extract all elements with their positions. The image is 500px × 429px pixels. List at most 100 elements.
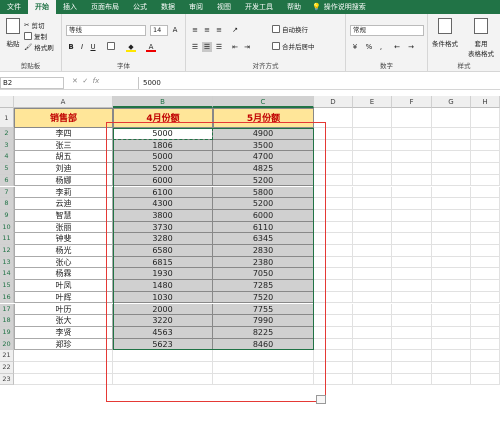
cell-g1[interactable] [432, 108, 471, 128]
cell-h22[interactable] [471, 362, 500, 374]
cell-f11[interactable] [392, 233, 432, 245]
cell-f3[interactable] [392, 139, 432, 152]
column-header-e[interactable]: E [353, 96, 392, 108]
ribbon-tab-3[interactable]: 插入 [56, 0, 84, 14]
grow-font-button[interactable]: A [170, 25, 180, 35]
cell-e9[interactable] [353, 209, 392, 222]
cell-g8[interactable] [432, 198, 471, 210]
cell-h17[interactable] [471, 303, 500, 316]
cell-f13[interactable] [392, 256, 432, 269]
align-center-button[interactable]: ☰ [202, 42, 212, 52]
cell-g12[interactable] [432, 245, 471, 257]
paste-button[interactable]: 粘贴 [3, 18, 23, 48]
cell-e21[interactable] [353, 350, 392, 362]
decrease-indent-button[interactable]: ⇤ [230, 42, 240, 52]
format-painter-button[interactable]: 🖌 格式刷 [24, 42, 54, 52]
cell-h15[interactable] [471, 280, 500, 292]
cell-f20[interactable] [392, 338, 432, 351]
cell-h1[interactable] [471, 108, 500, 128]
cell-e13[interactable] [353, 256, 392, 269]
ribbon-tab-6[interactable]: 数据 [154, 0, 182, 14]
format-as-table-button[interactable]: 套用 表格格式 [464, 18, 498, 58]
cell-f7[interactable] [392, 186, 432, 199]
cell-e12[interactable] [353, 245, 392, 257]
cell-f10[interactable] [392, 221, 432, 234]
percent-button[interactable]: % [364, 42, 374, 52]
underline-button[interactable]: U [88, 42, 98, 52]
cell-e17[interactable] [353, 303, 392, 316]
cell-h3[interactable] [471, 139, 500, 152]
font-size-select[interactable]: 14 [150, 25, 168, 36]
cell-e5[interactable] [353, 163, 392, 175]
conditional-format-button[interactable]: 条件格式 [430, 18, 460, 48]
row-header-2[interactable]: 2 [0, 128, 14, 140]
row-header-10[interactable]: 10 [0, 221, 14, 234]
cell-e10[interactable] [353, 221, 392, 234]
cell-h18[interactable] [471, 315, 500, 327]
cell-g7[interactable] [432, 186, 471, 199]
row-header-22[interactable]: 22 [0, 362, 14, 374]
tell-me-search[interactable]: 💡 操作说明搜索 [312, 2, 366, 12]
cell-h23[interactable] [471, 373, 500, 386]
cell-f12[interactable] [392, 245, 432, 257]
cell-h2[interactable] [471, 128, 500, 140]
cell-f8[interactable] [392, 198, 432, 210]
cell-f5[interactable] [392, 163, 432, 175]
cell-h14[interactable] [471, 268, 500, 281]
merge-center-button[interactable]: 合并后居中 [272, 41, 315, 51]
table-cell[interactable]: 张大 [14, 315, 113, 327]
decrease-decimal-button[interactable]: → [406, 42, 416, 52]
cell-g3[interactable] [432, 139, 471, 152]
cell-h13[interactable] [471, 256, 500, 269]
ribbon-tab-7[interactable]: 审阅 [182, 0, 210, 14]
cell-h6[interactable] [471, 174, 500, 187]
fx-icon[interactable]: fx [93, 77, 100, 85]
table-cell[interactable]: 刘迪 [14, 163, 113, 175]
cell-f21[interactable] [392, 350, 432, 362]
cell-g13[interactable] [432, 256, 471, 269]
table-cell[interactable]: 张三 [14, 139, 113, 152]
cell-f4[interactable] [392, 151, 432, 164]
cell-g14[interactable] [432, 268, 471, 281]
table-cell[interactable]: 张心 [14, 256, 113, 269]
row-header-9[interactable]: 9 [0, 209, 14, 222]
cell-a22[interactable] [14, 362, 113, 374]
cell-g10[interactable] [432, 221, 471, 234]
cell-e4[interactable] [353, 151, 392, 164]
align-top-button[interactable]: ≡ [190, 25, 200, 35]
cell-e20[interactable] [353, 338, 392, 351]
column-header-f[interactable]: F [392, 96, 432, 108]
cell-h4[interactable] [471, 151, 500, 164]
ribbon-tab-4[interactable]: 页面布局 [84, 0, 126, 14]
font-name-select[interactable]: 等线 [66, 25, 146, 36]
cell-g21[interactable] [432, 350, 471, 362]
row-header-16[interactable]: 16 [0, 291, 14, 304]
cell-e7[interactable] [353, 186, 392, 199]
align-bottom-button[interactable]: ≡ [214, 25, 224, 35]
table-cell[interactable]: 云迪 [14, 198, 113, 210]
cell-e6[interactable] [353, 174, 392, 187]
cell-f9[interactable] [392, 209, 432, 222]
row-header-4[interactable]: 4 [0, 151, 14, 164]
cell-a23[interactable] [14, 373, 113, 386]
formula-input[interactable]: 5000 [138, 77, 500, 89]
column-header-a[interactable]: A [14, 96, 113, 108]
table-cell[interactable]: 胡五 [14, 151, 113, 164]
row-header-5[interactable]: 5 [0, 163, 14, 175]
cell-h21[interactable] [471, 350, 500, 362]
align-middle-button[interactable]: ≡ [202, 25, 212, 35]
cell-f6[interactable] [392, 174, 432, 187]
cell-e1[interactable] [353, 108, 392, 128]
cell-e8[interactable] [353, 198, 392, 210]
ribbon-tab-2[interactable]: 开始 [28, 0, 56, 14]
row-header-21[interactable]: 21 [0, 350, 14, 362]
table-cell[interactable]: 智慧 [14, 209, 113, 222]
cell-h11[interactable] [471, 233, 500, 245]
cell-g15[interactable] [432, 280, 471, 292]
row-header-23[interactable]: 23 [0, 373, 14, 386]
cell-e19[interactable] [353, 326, 392, 339]
table-cell[interactable]: 杨霖 [14, 268, 113, 281]
cell-h7[interactable] [471, 186, 500, 199]
cell-e14[interactable] [353, 268, 392, 281]
copy-button[interactable]: 复制 [24, 31, 47, 41]
